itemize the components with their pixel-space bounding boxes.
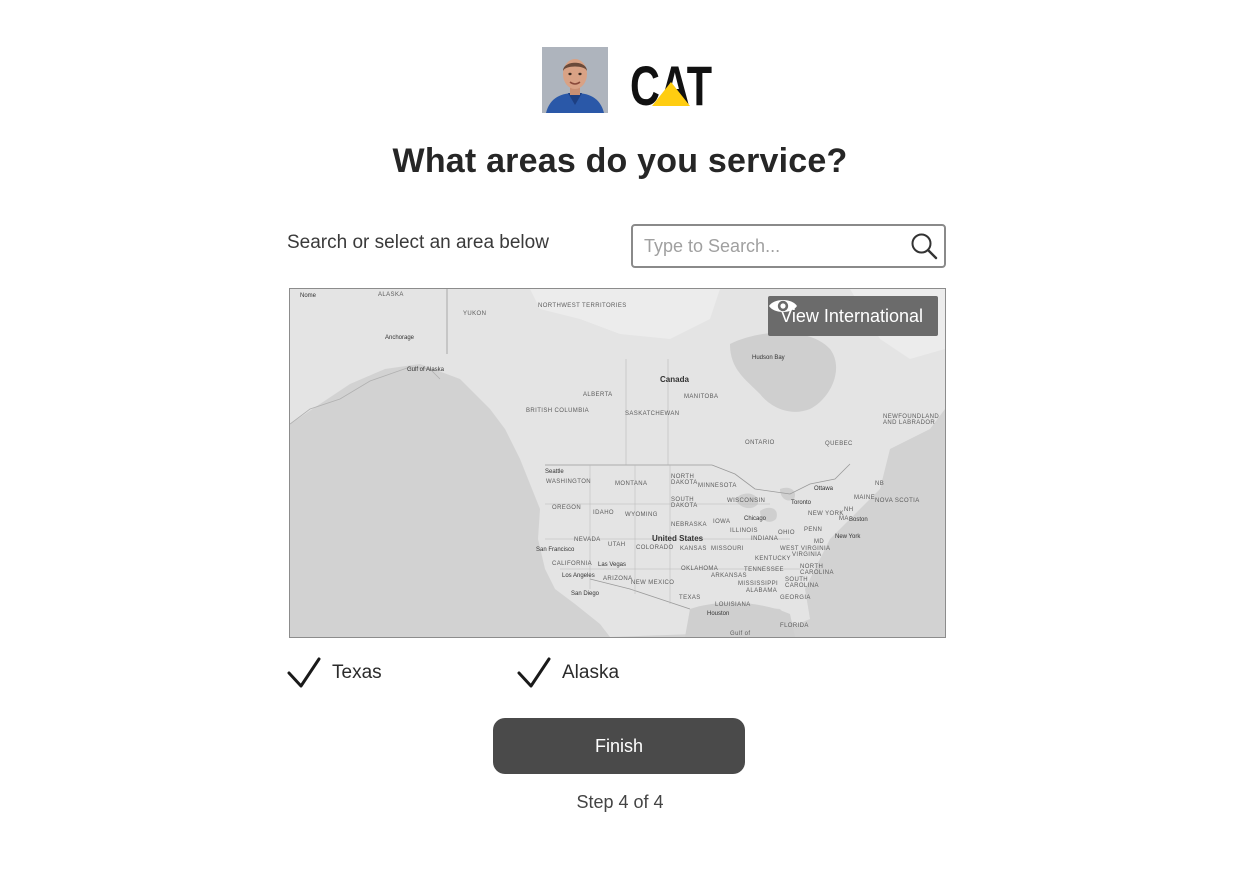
map-label: SASKATCHEWAN [625,411,680,417]
map-label: UTAH [608,542,626,548]
map-label: KANSAS [680,546,707,552]
map-label: MISSISSIPPI [738,581,779,587]
map-label: OHIO [778,530,795,536]
map-label: NOVA SCOTIA [875,498,920,504]
map-label: NEBRASKA [671,522,707,528]
map-label: ALASKA [378,292,404,298]
map-label: YUKON [463,311,487,317]
map-label: TENNESSEE [744,567,784,573]
map-label: WASHINGTON [546,479,592,485]
search-icon[interactable] [910,232,938,260]
map-label: WISCONSIN [727,498,766,504]
map-label: OREGON [552,505,582,511]
map-label: MAINE [854,495,876,501]
map-label: QUEBEC [825,441,853,447]
map-label: Seattle [545,469,564,475]
map-label: SOUTH CAROLINA [785,577,819,589]
map-label: NH [844,507,854,513]
search-instruction: Search or select an area below [287,232,549,253]
map-label: NORTHWEST TERRITORIES [538,303,627,309]
map-label: COLORADO [636,545,674,551]
map-label: Boston [849,517,868,523]
selected-area-alaska[interactable]: Alaska [517,657,619,689]
eye-icon [769,300,798,312]
map-label: MA [839,516,849,522]
map-label: NEWFOUNDLAND AND LABRADOR [883,414,940,426]
map-label: MD [814,539,825,545]
map-label: ALABAMA [746,588,778,594]
map-label: United States [652,534,704,543]
map-label: WYOMING [625,512,658,518]
map-label: VIRGINIA [792,552,822,558]
map-label: MONTANA [615,481,648,487]
map-label: Anchorage [385,335,415,341]
map-label: Hudson Bay [752,355,785,361]
map-label: IDAHO [593,510,615,516]
map-label: Canada [660,375,689,384]
check-icon [517,657,551,688]
region-map[interactable]: ALASKA Nome Anchorage Gulf of Alaska YUK… [289,288,946,638]
cat-logo: CAT [628,56,714,110]
map-label: ARKANSAS [711,573,747,579]
map-label: MANITOBA [684,394,719,400]
area-label: Texas [332,662,382,683]
map-label: WEST VIRGINIA [780,546,831,552]
map-label: Gulf of Alaska [407,367,445,373]
map-label: Houston [707,611,730,617]
map-label: ILLINOIS [730,528,758,534]
map-label: Chicago [744,516,767,522]
map-label: ALBERTA [583,392,613,398]
map-label: Los Angeles [562,573,595,579]
avatar [542,47,608,113]
map-label: Nome [300,293,317,299]
map-label: IOWA [713,519,731,525]
map-label: NB [875,481,885,487]
map-label: Ottawa [814,486,834,492]
map-label: KENTUCKY [755,556,791,562]
map-label: NEW MEXICO [631,580,675,586]
finish-button[interactable]: Finish [493,718,745,774]
map-label: Las Vegas [598,562,627,568]
map-label: Toronto [791,500,812,506]
map-label: OKLAHOMA [681,566,719,572]
map-label: NEVADA [574,537,601,543]
map-label: SOUTH DAKOTA [671,497,698,509]
map-label: PENN [804,527,823,533]
selected-area-texas[interactable]: Texas [287,657,382,689]
map-label: NORTH DAKOTA [671,474,698,486]
map-label: San Francisco [536,547,575,553]
search-box [631,224,946,268]
map-label: New York [835,534,861,540]
map-label: LOUISIANA [715,602,751,608]
map-label: BRITISH COLUMBIA [526,408,590,414]
map-label: NORTH CAROLINA [800,564,834,576]
view-international-label: View International [780,305,923,326]
map-label: MINNESOTA [698,483,737,489]
search-input[interactable] [633,226,893,266]
step-indicator: Step 4 of 4 [576,792,664,812]
map-label: GEORGIA [780,595,811,601]
map-graphic[interactable] [290,289,945,637]
check-icon [287,657,321,688]
map-label: ARIZONA [603,576,633,582]
area-label: Alaska [562,662,620,683]
view-international-button[interactable]: View International [768,296,938,336]
map-label: MISSOURI [711,546,744,552]
person-photo-icon [542,47,608,113]
map-label: CALIFORNIA [552,561,593,567]
map-label: Gulf of [730,631,751,637]
map-label: San Diego [571,591,600,597]
page-title: What areas do you service? [392,142,848,180]
map-label: ONTARIO [745,440,775,446]
map-label: FLORIDA [780,623,809,629]
map-label: TEXAS [679,595,701,601]
map-label: INDIANA [751,536,779,542]
